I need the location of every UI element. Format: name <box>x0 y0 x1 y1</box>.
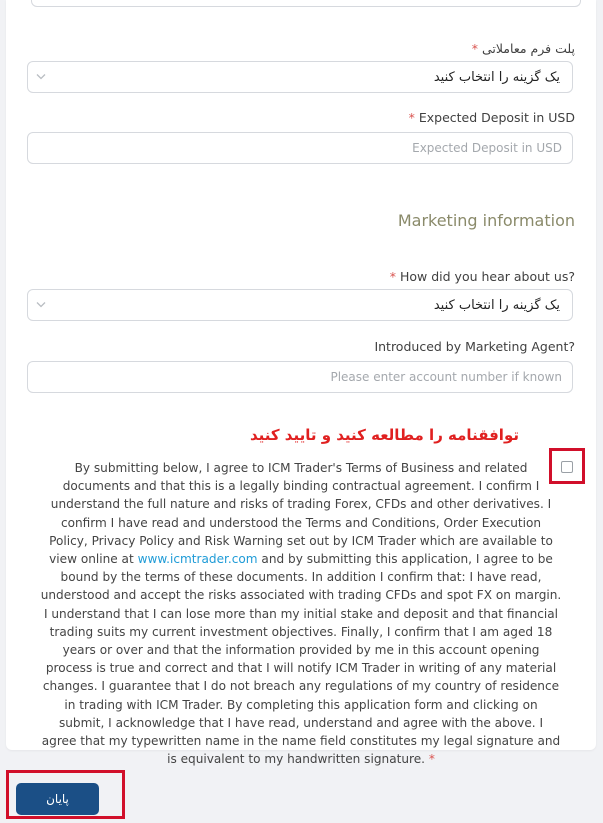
terms-text-part1: By submitting below, I agree to ICM Trad… <box>49 461 553 567</box>
platform-select-value: یک گزینه را انتخاب کنید <box>433 70 560 85</box>
deposit-label-text: Expected Deposit in USD <box>418 110 575 125</box>
required-mark: * <box>428 752 435 767</box>
agreement-heading: توافقنامه را مطالعه کنید و تایید کنید <box>249 426 519 444</box>
previous-field-bottom[interactable] <box>31 0 581 7</box>
deposit-placeholder: Expected Deposit in USD <box>412 141 562 155</box>
platform-label: پلت فرم معاملاتی * <box>472 41 575 56</box>
agent-placeholder: Please enter account number if known <box>330 370 562 384</box>
platform-label-text: پلت فرم معاملاتی <box>481 41 575 56</box>
chevron-down-icon <box>36 302 46 308</box>
terms-text: By submitting below, I agree to ICM Trad… <box>40 459 562 768</box>
agent-input[interactable]: Please enter account number if known <box>27 361 573 393</box>
deposit-label: * Expected Deposit in USD <box>409 110 575 125</box>
marketing-section-title: Marketing information <box>397 211 575 230</box>
agree-checkbox[interactable] <box>561 461 573 473</box>
required-mark: * <box>471 41 478 56</box>
icmtrader-link[interactable]: www.icmtrader.com <box>138 552 258 566</box>
required-mark: * <box>389 269 397 284</box>
agent-label: Introduced by Marketing Agent? <box>374 339 575 354</box>
required-mark: * <box>408 110 415 125</box>
hear-about-select[interactable]: یک گزینه را انتخاب کنید <box>27 289 573 321</box>
hear-about-label: * How did you hear about us? <box>390 269 575 284</box>
hear-about-label-text: How did you hear about us? <box>400 269 575 284</box>
platform-select[interactable]: یک گزینه را انتخاب کنید <box>27 61 573 93</box>
deposit-input[interactable]: Expected Deposit in USD <box>27 132 573 164</box>
terms-text-part2: and by submitting this application, I ag… <box>40 552 562 767</box>
hear-about-select-value: یک گزینه را انتخاب کنید <box>433 298 560 313</box>
chevron-down-icon <box>36 74 46 80</box>
submit-button[interactable]: پایان <box>16 783 99 815</box>
